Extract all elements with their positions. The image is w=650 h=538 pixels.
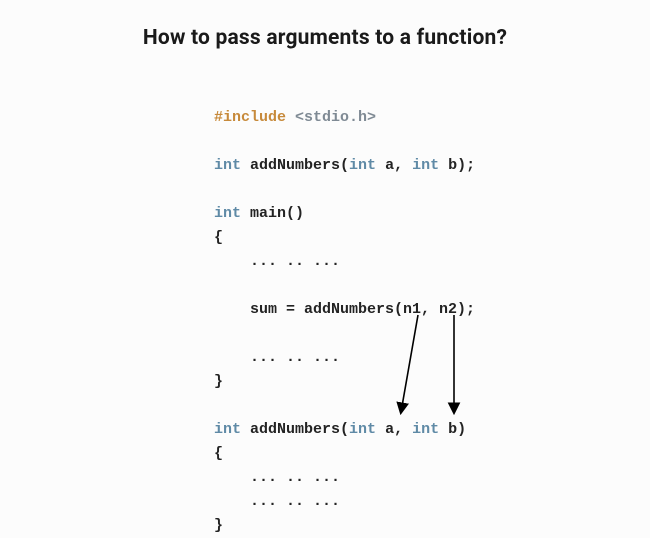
code-kw: int bbox=[412, 421, 439, 438]
code-header: <stdio.h> bbox=[295, 109, 376, 126]
code-text: b) bbox=[439, 421, 466, 438]
code-kw: int bbox=[349, 421, 376, 438]
code-text: ... .. ... bbox=[214, 349, 340, 366]
code-kw: int bbox=[214, 157, 241, 174]
code-text: { bbox=[214, 229, 223, 246]
code-text: addNumbers( bbox=[241, 421, 349, 438]
code-block: #include <stdio.h> int addNumbers(int a,… bbox=[214, 106, 475, 538]
code-kw: int bbox=[214, 205, 241, 222]
code-text: main() bbox=[241, 205, 304, 222]
code-text: a, bbox=[376, 421, 412, 438]
code-text: sum = addNumbers(n1, n2); bbox=[214, 301, 475, 318]
code-text: b); bbox=[439, 157, 475, 174]
code-text: } bbox=[214, 517, 223, 534]
code-text: ... .. ... bbox=[214, 253, 340, 270]
code-text: ... .. ... bbox=[214, 493, 340, 510]
code-kw: int bbox=[214, 421, 241, 438]
code-text: ... .. ... bbox=[214, 469, 340, 486]
code-preproc: #include bbox=[214, 109, 286, 126]
code-text: addNumbers( bbox=[241, 157, 349, 174]
code-text: { bbox=[214, 445, 223, 462]
code-text: a, bbox=[376, 157, 412, 174]
code-text: } bbox=[214, 373, 223, 390]
code-kw: int bbox=[349, 157, 376, 174]
code-kw: int bbox=[412, 157, 439, 174]
page-title: How to pass arguments to a function? bbox=[0, 26, 650, 50]
